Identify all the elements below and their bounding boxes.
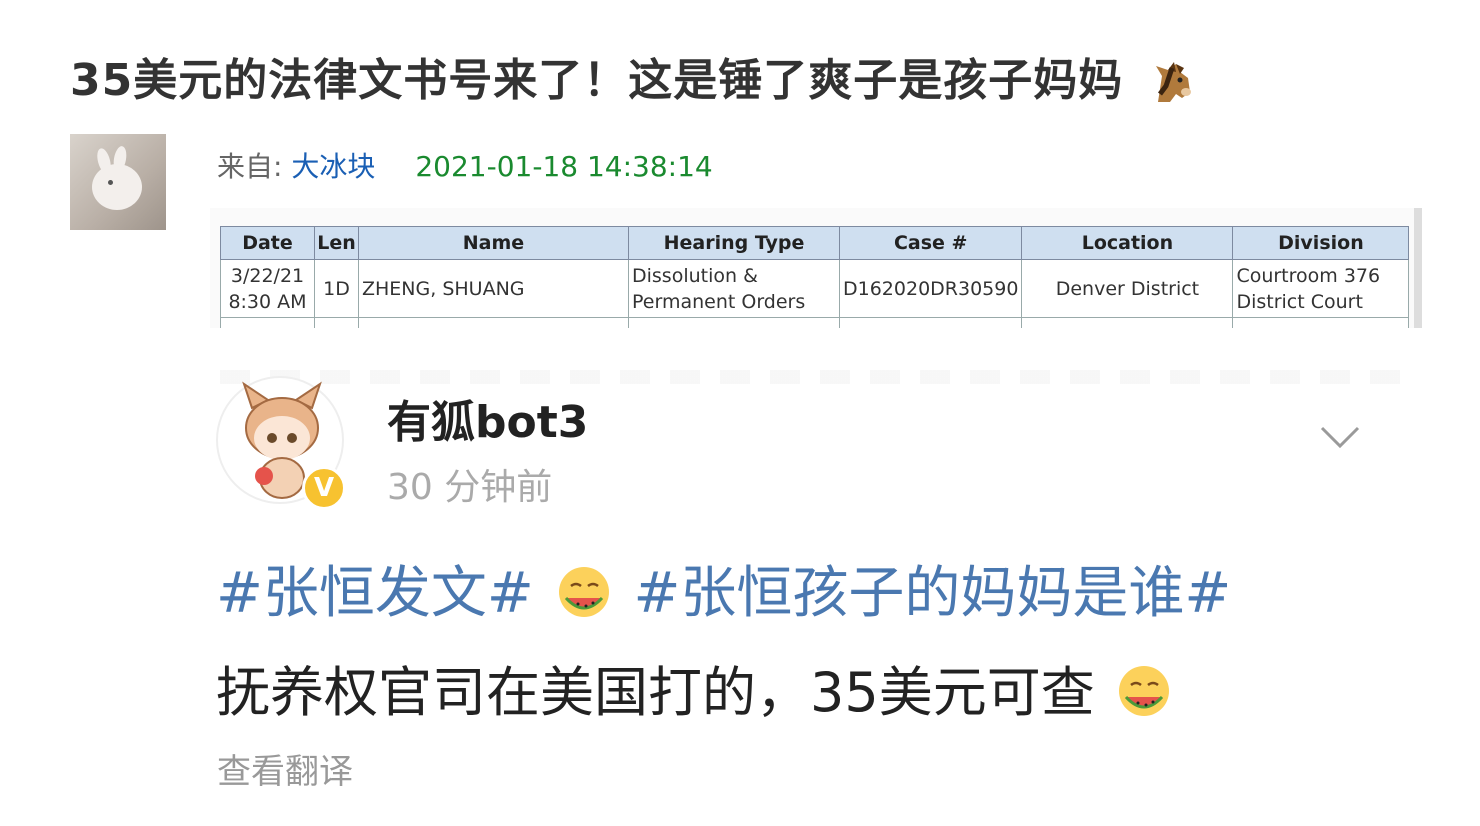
col-header-name: Name <box>358 226 629 260</box>
cell-hearing-type: Dissolution & Permanent Orders <box>628 259 840 318</box>
cell-division-line: District Court <box>1236 290 1363 313</box>
cell-hearing-line: Permanent Orders <box>632 290 806 313</box>
cell-case: D162020DR30590 <box>838 259 1023 318</box>
cell-date: 3/22/21 8:30 AM <box>220 259 315 318</box>
col-header-location: Location <box>1021 226 1234 260</box>
bunny-body <box>92 164 142 210</box>
cell-cut <box>220 317 315 328</box>
article-title: 35美元的法律文书号来了！这是锤了爽子是孩子妈妈 <box>70 44 1196 108</box>
col-header-division: Division <box>1232 226 1410 260</box>
cell-cut <box>1021 317 1234 328</box>
cell-name: ZHENG, SHUANG <box>358 259 629 318</box>
cell-date-line: 3/22/21 <box>230 264 305 287</box>
article-title-text: 35美元的法律文书号来了！这是锤了爽子是孩子妈妈 <box>70 55 1124 106</box>
cell-division-line: Courtroom 376 <box>1236 264 1381 287</box>
author-thumbnail[interactable] <box>70 134 166 230</box>
col-header-hearing-type: Hearing Type <box>628 226 840 260</box>
verified-badge-icon: V <box>302 466 346 510</box>
col-header-date: Date <box>220 226 315 260</box>
cell-division: Courtroom 376 District Court <box>1232 259 1410 318</box>
post-hashtags-line: #张恒发文# #张恒孩子的妈妈是谁# <box>216 548 1231 629</box>
post-body: 抚养权官司在美国打的，35美元可查 <box>216 661 1095 724</box>
court-record-image: Date Len Name Hearing Type Case # Locati… <box>210 208 1422 328</box>
eating-watermelon-emoji-icon <box>1118 666 1169 716</box>
cell-len: 1D <box>314 259 359 318</box>
bunny-eye <box>108 180 113 185</box>
post-time: 30 分钟前 <box>387 467 553 508</box>
author-link[interactable]: 大冰块 <box>291 150 375 183</box>
court-record-table: Date Len Name Hearing Type Case # Locati… <box>220 226 1410 328</box>
horse-face-icon <box>1155 62 1191 102</box>
translate-button[interactable]: 查看翻译 <box>217 744 353 793</box>
from-label: 来自: <box>217 150 292 183</box>
cell-cut <box>358 317 629 328</box>
table-header-row: Date Len Name Hearing Type Case # Locati… <box>220 226 1410 260</box>
hashtag-link[interactable]: #张恒孩子的妈妈是谁# <box>633 561 1231 626</box>
table-row <box>220 317 1410 328</box>
username[interactable]: 有狐bot3 <box>387 386 588 450</box>
cell-cut <box>314 317 359 328</box>
hashtag-link[interactable]: #张恒发文# <box>216 561 534 626</box>
cell-hearing-line: Dissolution & <box>632 264 758 287</box>
post-timestamp: 2021-01-18 14:38:14 <box>415 150 713 183</box>
cell-time-line: 8:30 AM <box>228 290 307 313</box>
divider <box>220 370 1420 384</box>
cell-cut <box>1232 317 1410 328</box>
chevron-down-icon[interactable] <box>1318 422 1362 452</box>
cell-cut <box>838 317 1023 328</box>
cell-location: Denver District <box>1021 259 1234 318</box>
post-meta: 来自: 大冰块 2021-01-18 14:38:14 <box>217 145 713 185</box>
cell-cut <box>628 317 840 328</box>
post-body-text: 抚养权官司在美国打的，35美元可查 <box>216 648 1176 727</box>
col-header-len: Len <box>314 226 359 260</box>
col-header-case: Case # <box>838 226 1023 260</box>
eating-watermelon-emoji-icon <box>558 567 609 617</box>
table-row: 3/22/21 8:30 AM 1D ZHENG, SHUANG Dissolu… <box>220 259 1410 318</box>
